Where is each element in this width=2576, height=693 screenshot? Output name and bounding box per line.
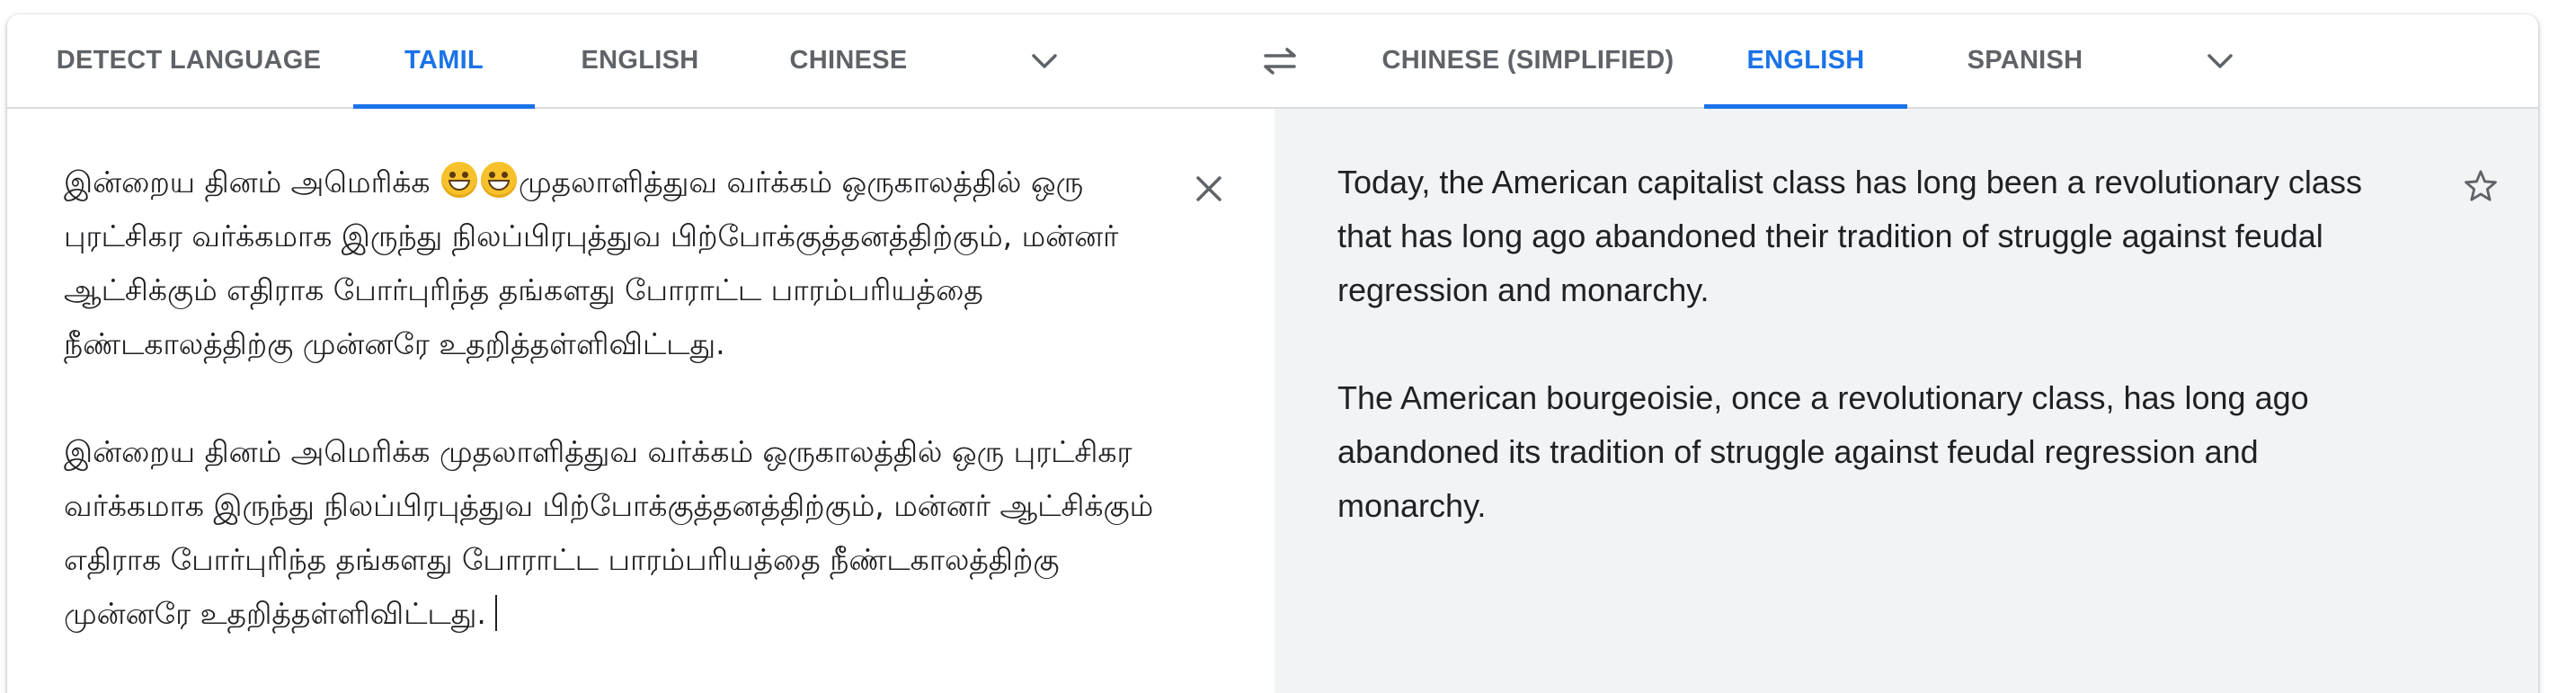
tab-label: ENGLISH — [1746, 46, 1865, 75]
tab-source-chinese[interactable]: CHINESE — [768, 14, 929, 107]
source-panel[interactable]: இன்றைய தினம் அமெரிக்க முதலாளித்துவ வர்க்… — [7, 109, 1275, 693]
source-paragraph: இன்றைய தினம் அமெரிக்க முதலாளித்துவ வர்க்… — [64, 155, 1169, 371]
tab-detect-language[interactable]: DETECT LANGUAGE — [40, 14, 338, 107]
tab-label: TAMIL — [404, 46, 484, 75]
source-text-input[interactable]: இன்றைய தினம் அமெரிக்க முதலாளித்துவ வர்க்… — [64, 155, 1169, 693]
source-text-segment: இன்றைய தினம் அமெரிக்க — [64, 164, 440, 200]
tab-target-chinese-simplified[interactable]: CHINESE (SIMPLIFIED) — [1359, 14, 1697, 107]
swap-languages-button[interactable] — [1253, 38, 1307, 84]
tab-target-english[interactable]: ENGLISH — [1704, 14, 1907, 109]
grinning-face-emoji-icon — [481, 162, 518, 198]
translation-paragraph: The American bourgeoisie, once a revolut… — [1337, 379, 2309, 524]
translation-panel: Today, the American capitalist class has… — [1275, 109, 2538, 693]
clear-source-text-button[interactable] — [1185, 164, 1233, 213]
tab-source-tamil[interactable]: TAMIL — [353, 14, 535, 109]
text-cursor — [494, 595, 497, 631]
more-target-languages-button[interactable] — [2191, 38, 2249, 84]
tab-label: SPANISH — [1967, 46, 2083, 75]
grinning-face-emoji-icon — [441, 162, 478, 198]
translator-card: DETECT LANGUAGE TAMIL ENGLISH CHINESE CH… — [7, 14, 2538, 693]
source-paragraph: இன்றைய தினம் அமெரிக்க முதலாளித்துவ வர்க்… — [64, 425, 1169, 641]
source-text-segment: இன்றைய தினம் அமெரிக்க முதலாளித்துவ வர்க்… — [64, 434, 1154, 631]
tab-label: ENGLISH — [581, 46, 699, 75]
translation-paragraph: Today, the American capitalist class has… — [1337, 164, 2362, 308]
close-icon — [1196, 176, 1221, 201]
chevron-down-icon — [1032, 54, 1057, 68]
language-bar: DETECT LANGUAGE TAMIL ENGLISH CHINESE CH… — [7, 14, 2538, 109]
translation-output: Today, the American capitalist class has… — [1337, 155, 2416, 587]
tab-source-english[interactable]: ENGLISH — [557, 14, 723, 107]
star-icon — [2465, 170, 2497, 201]
tab-label: CHINESE — [789, 46, 908, 75]
swap-languages-icon — [1264, 48, 1296, 75]
tab-label: CHINESE (SIMPLIFIED) — [1381, 46, 1674, 75]
chevron-down-icon — [2207, 54, 2233, 68]
translate-page: DETECT LANGUAGE TAMIL ENGLISH CHINESE CH… — [0, 0, 2576, 693]
save-translation-button[interactable] — [2454, 159, 2508, 213]
more-source-languages-button[interactable] — [1016, 38, 1073, 84]
tab-target-spanish[interactable]: SPANISH — [1940, 14, 2110, 107]
tab-label: DETECT LANGUAGE — [56, 46, 322, 75]
